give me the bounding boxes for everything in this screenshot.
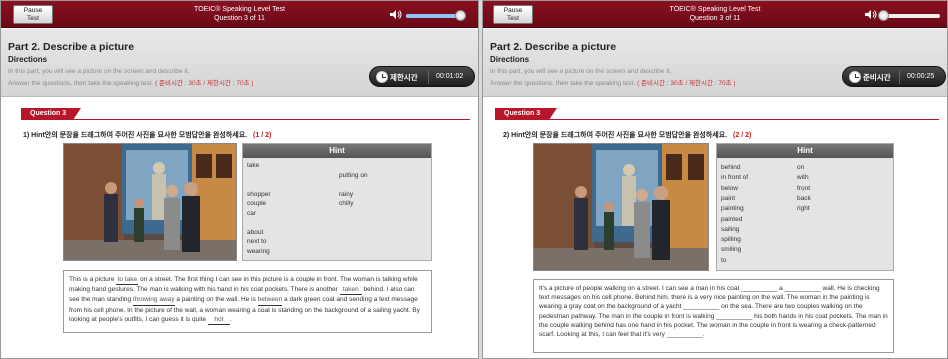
screen-left: Pause Test TOEIC® Speaking Level Test Qu… (0, 0, 479, 359)
directions-header: Part 2. Describe a picture Directions In… (483, 29, 947, 97)
hint-word[interactable]: smiling (721, 246, 741, 253)
hint-word[interactable]: in front of (721, 174, 748, 181)
question-progress: (1 / 2) (253, 132, 272, 139)
question-rule (21, 119, 470, 120)
part-title: Part 2. Describe a picture (490, 41, 617, 53)
speaker-icon[interactable] (390, 9, 402, 20)
hint-word[interactable]: front (797, 185, 810, 192)
passage-text: This is a picture (69, 276, 117, 283)
volume-knob[interactable] (455, 10, 466, 21)
question-instruction: 2) Hint안의 문장을 드래그하여 주어진 사진을 묘사한 모범답안을 완성… (503, 130, 751, 140)
street-scene-image (64, 144, 236, 260)
hint-word[interactable]: to (721, 257, 726, 264)
answer-blank[interactable]: taken (339, 285, 362, 296)
answer-blank[interactable]: __________ (683, 303, 719, 310)
hint-title: Hint (243, 144, 431, 158)
directions-line-2: Answer the questions, then take the spea… (8, 77, 254, 87)
hint-word[interactable]: below (721, 185, 738, 192)
directions-label: Directions (8, 55, 48, 64)
hint-word[interactable]: rainy (339, 191, 353, 198)
passage-text: . (702, 331, 705, 339)
hint-word[interactable]: painting (721, 205, 744, 212)
answer-blank[interactable]: __________ (667, 331, 703, 338)
speaker-icon[interactable] (865, 9, 877, 20)
hint-word[interactable]: take (247, 162, 259, 169)
part-title: Part 2. Describe a picture (8, 41, 135, 53)
test-title: TOEIC® Speaking Level Test (194, 6, 285, 13)
answer-blank[interactable]: __________ (741, 285, 777, 292)
passage-text: It's a picture of people walking on a st… (539, 285, 742, 292)
answer-passage: This is a picture to take on a street. T… (63, 270, 432, 333)
answer-blank[interactable]: __________ (716, 313, 752, 320)
timer-divider (428, 70, 429, 84)
hint-word[interactable]: spilling (721, 236, 741, 243)
volume-slider[interactable] (880, 14, 940, 18)
hint-word[interactable]: right (797, 205, 810, 212)
timer-label: 제한시간 (390, 73, 418, 82)
hint-word[interactable]: painted (721, 216, 742, 223)
timer-divider (899, 70, 900, 84)
timer-value: 00:01:02 (436, 73, 464, 80)
alarm-clock-icon (376, 71, 388, 83)
hint-word[interactable]: couple (247, 200, 266, 207)
hint-word[interactable]: behind (721, 164, 741, 171)
street-photo (63, 143, 237, 261)
top-bar: Pause Test TOEIC® Speaking Level Test Qu… (1, 1, 478, 28)
question-instruction: 1) Hint안의 문장을 드래그하여 주어진 사진을 묘사한 모범답안을 완성… (23, 130, 271, 140)
answer-blank[interactable]: hot (207, 315, 230, 326)
hint-word[interactable]: shopper (247, 191, 271, 198)
answer-passage: It's a picture of people walking on a st… (533, 279, 894, 353)
timer-label: 준비시간 (863, 73, 891, 82)
street-scene-image (534, 144, 708, 270)
alarm-clock-icon (849, 71, 861, 83)
street-photo (533, 143, 709, 271)
passage-text: a painting on the wall. He is (174, 296, 258, 304)
hint-word[interactable]: about (247, 229, 263, 236)
hint-word[interactable]: wearing (247, 248, 270, 255)
directions-line-2-text: Answer the questions, then take the spea… (8, 80, 154, 87)
top-bar: Pause Test TOEIC® Speaking Level Test Qu… (483, 1, 947, 28)
passage-text: . (229, 315, 232, 323)
hint-word[interactable]: with (797, 174, 809, 181)
directions-line-1: In this part, you will see a picture on … (8, 68, 190, 75)
answer-blank[interactable]: to take (116, 275, 139, 286)
directions-line-2: Answer the questions, then take the spea… (490, 77, 736, 87)
directions-line-1: In this part, you will see a picture on … (490, 68, 672, 75)
answer-blank[interactable]: throwing away (132, 295, 175, 306)
question-text: 2) Hint안의 문장을 드래그하여 주어진 사진을 묘사한 모범답안을 완성… (503, 132, 728, 139)
hint-word[interactable]: back (797, 195, 811, 202)
directions-header: Part 2. Describe a picture Directions In… (1, 29, 478, 97)
hint-panel: Hint take shopper couple car about next to wea… (242, 143, 432, 261)
volume-fill (406, 14, 460, 18)
hint-title: Hint (717, 144, 893, 158)
directions-label: Directions (490, 55, 530, 64)
answer-blank[interactable]: __________ (785, 285, 821, 292)
question-text: 1) Hint안의 문장을 드래그하여 주어진 사진을 묘사한 모범답안을 완성… (23, 132, 248, 139)
answer-blank[interactable]: between (257, 295, 283, 306)
time-note: ( 준비시간 : 30초 / 제한시간 : 70초 ) (155, 80, 254, 87)
timer-widget: 준비시간 00:00:25 (842, 66, 946, 87)
directions-line-2-text: Answer the questions, then take the spea… (490, 80, 636, 87)
hint-word[interactable]: on (797, 164, 804, 171)
passage-text: a (777, 285, 785, 292)
hint-word[interactable]: next to (247, 238, 267, 245)
hint-word[interactable]: sailing (721, 226, 739, 233)
question-progress: (2 / 2) (733, 132, 752, 139)
hint-word[interactable]: chilly (339, 200, 353, 207)
hint-word[interactable]: paint (721, 195, 735, 202)
screen-right: Pause Test TOEIC® Speaking Level Test Qu… (482, 0, 948, 359)
time-note: ( 준비시간 : 30초 / 제한시간 : 70초 ) (637, 80, 736, 87)
question-rule (495, 119, 939, 120)
hint-word[interactable]: car (247, 210, 256, 217)
timer-widget: 제한시간 00:01:02 (369, 66, 475, 87)
volume-knob[interactable] (878, 10, 889, 21)
timer-value: 00:00:25 (907, 73, 935, 80)
hint-word[interactable]: putting on (339, 172, 368, 179)
hint-panel: Hint behind in front of below paint painting… (716, 143, 894, 271)
